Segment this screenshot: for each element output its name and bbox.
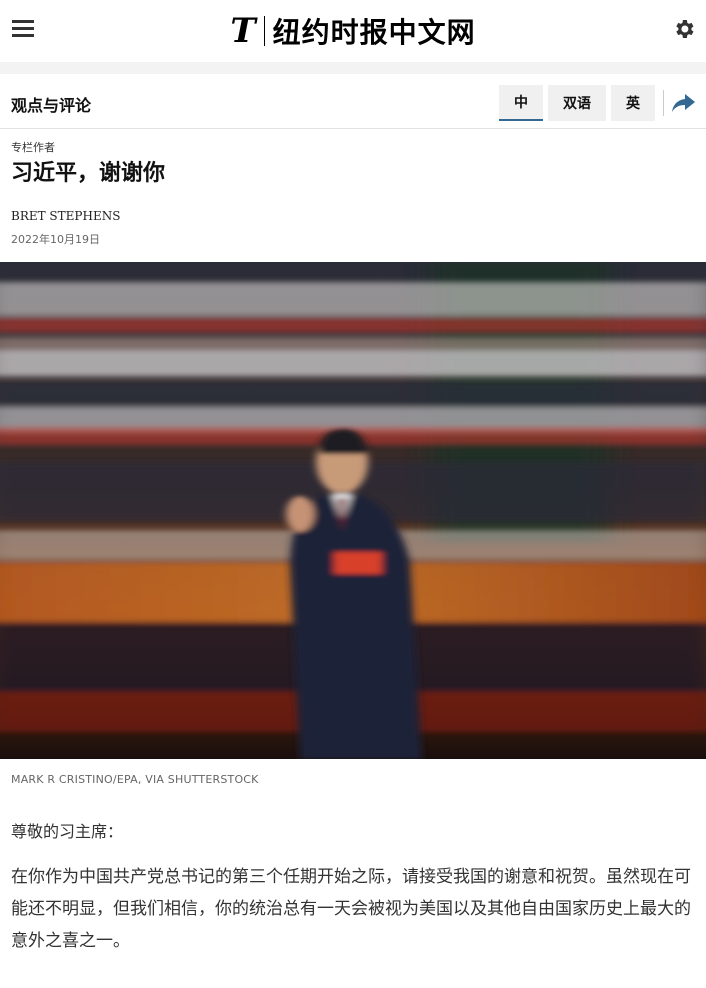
section-bar: 观点与评论 中 双语 英 — [0, 74, 706, 129]
article-photo — [0, 262, 706, 759]
article-date: 2022年10月19日 — [11, 233, 100, 246]
top-bar: T 纽约时报中文网 — [0, 0, 706, 62]
tab-chinese[interactable]: 中 — [499, 85, 543, 121]
photo-caption: MARK R CRISTINO/EPA, VIA SHUTTERSTOCK — [11, 773, 259, 786]
tab-english[interactable]: 英 — [611, 85, 655, 121]
photo-illustration — [0, 262, 706, 759]
masthead[interactable]: T 纽约时报中文网 — [0, 10, 706, 52]
masthead-divider — [263, 16, 265, 46]
site-name: 纽约时报中文网 — [272, 16, 476, 49]
gear-icon[interactable] — [672, 17, 696, 41]
article-paragraph: 在你作为中国共产党总书记的第三个任期开始之际，请接受我国的谢意和祝贺。虽然现在可… — [11, 867, 691, 951]
tab-bilingual[interactable]: 双语 — [548, 85, 606, 121]
article-byline[interactable]: BRET STEPHENS — [11, 209, 120, 223]
article-salutation: 尊敬的习主席： — [11, 822, 124, 841]
share-arrow-icon[interactable] — [670, 92, 696, 114]
header-separator — [0, 62, 706, 74]
section-title[interactable]: 观点与评论 — [11, 92, 91, 116]
article-headline: 习近平，谢谢你 — [11, 161, 166, 186]
article-kicker: 专栏作者 — [11, 141, 55, 154]
language-tabs: 中 双语 英 — [494, 85, 696, 121]
tabs-divider — [663, 90, 664, 116]
nyt-logo: T — [230, 11, 256, 51]
